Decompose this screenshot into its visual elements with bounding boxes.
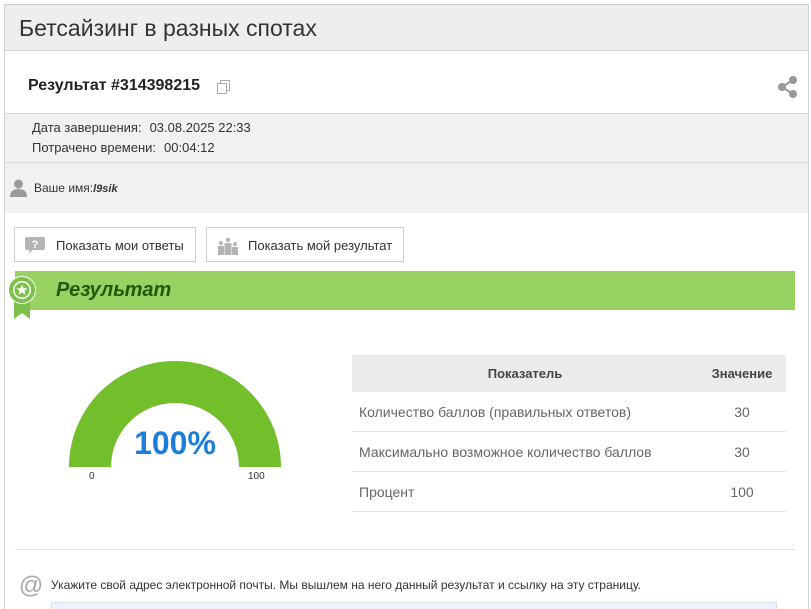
section-divider <box>15 549 795 550</box>
page-frame: Бетсайзинг в разных спотах Результат #31… <box>4 4 809 609</box>
completed-row: Дата завершения: 03.08.2025 22:33 <box>32 120 251 135</box>
banner-title: Результат <box>56 279 172 301</box>
gauge-min-label: 0 <box>89 471 95 482</box>
result-banner: Результат <box>15 271 795 310</box>
time-spent-value: 00:04:12 <box>164 140 215 155</box>
column-header-value: Значение <box>698 355 786 392</box>
svg-text:?: ? <box>32 239 39 251</box>
share-icon[interactable] <box>777 75 799 99</box>
page-title: Бетсайзинг в разных спотах <box>19 15 317 41</box>
completed-label: Дата завершения: <box>32 120 142 135</box>
table-row: Максимально возможное количество баллов … <box>352 431 786 472</box>
email-prompt: Укажите свой адрес электронной почты. Мы… <box>51 578 641 592</box>
user-row: Ваше имя:l9sik <box>5 163 808 213</box>
row-name: Максимально возможное количество баллов <box>352 431 698 472</box>
show-answers-button[interactable]: ? Показать мои ответы <box>14 227 196 262</box>
column-header-indicator: Показатель <box>352 355 698 392</box>
time-spent-row: Потрачено времени: 00:04:12 <box>32 140 215 155</box>
copy-icon[interactable] <box>217 80 230 94</box>
time-spent-label: Потрачено времени: <box>32 140 157 155</box>
email-input[interactable] <box>51 602 777 609</box>
svg-text:@: @ <box>19 573 43 597</box>
row-name: Количество баллов (правильных ответов) <box>352 392 698 432</box>
title-bar: Бетсайзинг в разных спотах <box>5 5 808 51</box>
result-header: Результат #314398215 <box>5 51 808 114</box>
table-header-row: Показатель Значение <box>352 355 786 392</box>
show-result-button[interactable]: Показать мой результат <box>206 227 404 262</box>
progress-gauge <box>69 361 281 467</box>
gauge-percent: 100% <box>134 425 216 461</box>
question-icon: ? <box>25 237 45 253</box>
completed-value: 03.08.2025 22:33 <box>149 120 251 135</box>
row-name: Процент <box>352 471 698 512</box>
award-badge-icon <box>8 276 36 319</box>
user-name-label: Ваше имя: <box>34 181 94 195</box>
user-name-line: Ваше имя:l9sik <box>34 181 118 195</box>
table-row: Количество баллов (правильных ответов) 3… <box>352 392 786 432</box>
user-icon <box>10 179 27 197</box>
show-result-label: Показать мой результат <box>248 238 393 253</box>
row-value: 100 <box>698 471 786 512</box>
show-answers-label: Показать мои ответы <box>56 238 184 253</box>
at-icon: @ <box>19 573 43 597</box>
row-value: 30 <box>698 392 786 432</box>
table-row: Процент 100 <box>352 471 786 512</box>
podium-icon <box>218 237 238 255</box>
result-id: Результат #314398215 <box>28 77 201 94</box>
result-table: Показатель Значение Количество баллов (п… <box>352 355 786 512</box>
user-name: l9sik <box>93 183 118 195</box>
gauge-max-label: 100 <box>248 471 265 482</box>
row-value: 30 <box>698 431 786 472</box>
result-meta: Дата завершения: 03.08.2025 22:33 Потраче… <box>5 114 808 163</box>
